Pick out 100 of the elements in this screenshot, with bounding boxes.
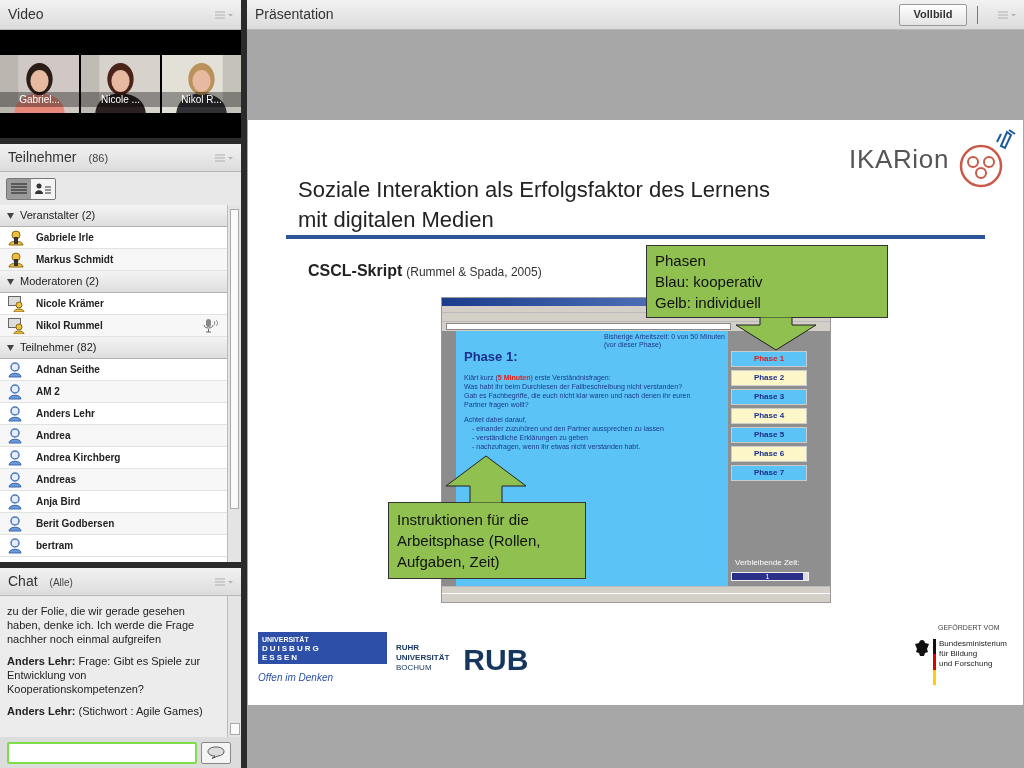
send-button[interactable] (201, 741, 231, 764)
scrollbar[interactable] (227, 596, 241, 737)
attendee-row[interactable]: Berit Godbersen (0, 513, 227, 535)
participant-icon (8, 493, 22, 510)
group-header[interactable]: Veranstalter (2) (0, 205, 227, 227)
callout-text: Instruktionen für die (397, 510, 530, 530)
citation: (Rummel & Spada, 2005) (406, 264, 542, 281)
panel-title: Video (8, 5, 44, 24)
phase-button[interactable]: Phase 2 (731, 370, 807, 386)
attendee-name: bertram (36, 539, 75, 553)
phase-button[interactable]: Phase 6 (731, 446, 807, 462)
presenter-icon (8, 317, 26, 334)
attendee-name: Gabriele Irle (36, 231, 95, 245)
attendee-name: Berit Godbersen (36, 517, 116, 531)
callout-text: Blau: kooperativ (655, 272, 764, 292)
attendee-row[interactable]: Adnan Seithe (0, 359, 227, 381)
expand-icon[interactable] (7, 344, 14, 351)
funder-text: Bundesministerium (938, 639, 1007, 649)
card-view-button[interactable] (31, 178, 55, 199)
attendee-row[interactable]: Markus Schmidt (0, 249, 227, 271)
chat-input-field[interactable] (7, 741, 197, 764)
eagle-icon (913, 639, 930, 657)
phase-button[interactable]: Phase 3 (731, 389, 807, 405)
scrollbar[interactable] (227, 205, 241, 562)
menu-icon[interactable] (998, 10, 1016, 19)
attendee-name: Nicole Krämer (36, 297, 105, 311)
panel-title: Chat (8, 572, 38, 591)
address-field[interactable] (446, 323, 731, 330)
attendee-name: Andrea Kirchberg (36, 451, 122, 465)
people-circle-icon (957, 128, 1017, 190)
attendee-row[interactable]: Anja Bird (0, 491, 227, 513)
group-label: Veranstalter (2) (20, 208, 96, 224)
phase-button[interactable]: Phase 7 (731, 465, 807, 481)
ikarion-logo-text: IKARion (849, 142, 949, 176)
callout-text: Arbeitsphase (Rollen, (397, 531, 542, 551)
panel-title: Präsentation (255, 5, 334, 24)
attendee-row[interactable]: bertram (0, 535, 227, 557)
callout-text: Phasen (655, 251, 707, 271)
attendee-row[interactable]: Andrea (0, 425, 227, 447)
attendee-name: Andrea (36, 429, 72, 443)
group-label: Moderatoren (2) (20, 274, 99, 290)
phase-button[interactable]: Phase 4 (731, 408, 807, 424)
phase-button[interactable]: Phase 5 (731, 427, 807, 443)
chat-message: zu der Folie, die wir gerade gesehen haben, denke ich. Ich werde die Frage nachher noch einmal aufgreifen (7, 604, 196, 646)
group-label: Teilnehmer (82) (20, 340, 97, 356)
expand-icon[interactable] (7, 278, 14, 285)
attendee-name: AM 2 (36, 385, 61, 399)
attendee-name: Anders Lehr (36, 407, 96, 421)
rub-logo-text: UNIVERSITÄT (396, 653, 450, 663)
participant-icon (8, 383, 22, 400)
ude-logo-text: DUISBURG (262, 643, 322, 653)
attendee-name: Adnan Seithe (36, 363, 101, 377)
participant-icon (8, 361, 22, 378)
attendee-row[interactable]: Andrea Kirchberg (0, 447, 227, 469)
attendee-count: (86) (88, 151, 109, 166)
attendee-name: Markus Schmidt (36, 253, 115, 267)
participant-icon (8, 471, 22, 488)
attendee-row[interactable]: Anders Lehr (0, 403, 227, 425)
rub-logo-text: BOCHUM (396, 663, 433, 673)
video-name-label: Nicole ... (81, 92, 160, 107)
callout-text: Gelb: individuell (655, 293, 762, 313)
menu-icon[interactable] (215, 577, 233, 586)
participant-icon (8, 405, 22, 422)
timer-label: Verbleibende Zeit: (734, 557, 800, 569)
host-icon (8, 229, 24, 246)
group-header[interactable]: Moderatoren (2) (0, 271, 227, 293)
expand-icon[interactable] (7, 212, 14, 219)
funder-text: und Forschung (938, 659, 994, 669)
participant-icon (8, 515, 22, 532)
video-name-label: Gabriel... (0, 92, 79, 107)
chat-message: Anders Lehr: (Stichwort : Agile Games) (7, 704, 204, 718)
rub-logo-mark: RUB (463, 645, 529, 675)
attendee-name: Anja Bird (36, 495, 82, 509)
slide-title: mit digitalen Medien (298, 206, 495, 234)
flag-stripe-icon (932, 639, 936, 685)
participant-icon (8, 449, 22, 466)
video-name-label: Nikol R... (162, 92, 241, 107)
slide-subtitle: CSCL-Skript (308, 261, 403, 281)
host-icon (8, 251, 24, 268)
rub-logo-text: RUHR (396, 643, 421, 653)
callout-text: Aufgaben, Zeit) (397, 552, 501, 572)
slide-title: Soziale Interaktion als Erfolgsfaktor des Lernens (298, 176, 771, 204)
attendee-row[interactable]: AM 2 (0, 381, 227, 403)
fullscreen-button[interactable]: Vollbild (899, 3, 967, 26)
ude-motto: Offen im Denken (258, 671, 335, 685)
attendee-name: Nikol Rummel (36, 319, 104, 333)
attendee-row[interactable]: Nikol Rummel (0, 315, 227, 337)
attendee-row[interactable]: Gabriele Irle (0, 227, 227, 249)
list-icon (11, 182, 27, 195)
attendee-name: Andreas (36, 473, 77, 487)
chat-message: Anders Lehr: Frage: Gibt es Spiele zur Entwicklung von Kooperationskompetenzen? (7, 654, 202, 696)
phase-heading: Phase 1: (464, 348, 519, 366)
presenter-icon (8, 295, 26, 312)
menu-icon[interactable] (215, 153, 233, 162)
participant-icon (8, 427, 22, 444)
group-header[interactable]: Teilnehmer (82) (0, 337, 227, 359)
attendee-row[interactable]: Nicole Krämer (0, 293, 227, 315)
participant-icon (8, 537, 22, 554)
menu-icon[interactable] (215, 10, 233, 19)
attendee-row[interactable]: Andreas (0, 469, 227, 491)
